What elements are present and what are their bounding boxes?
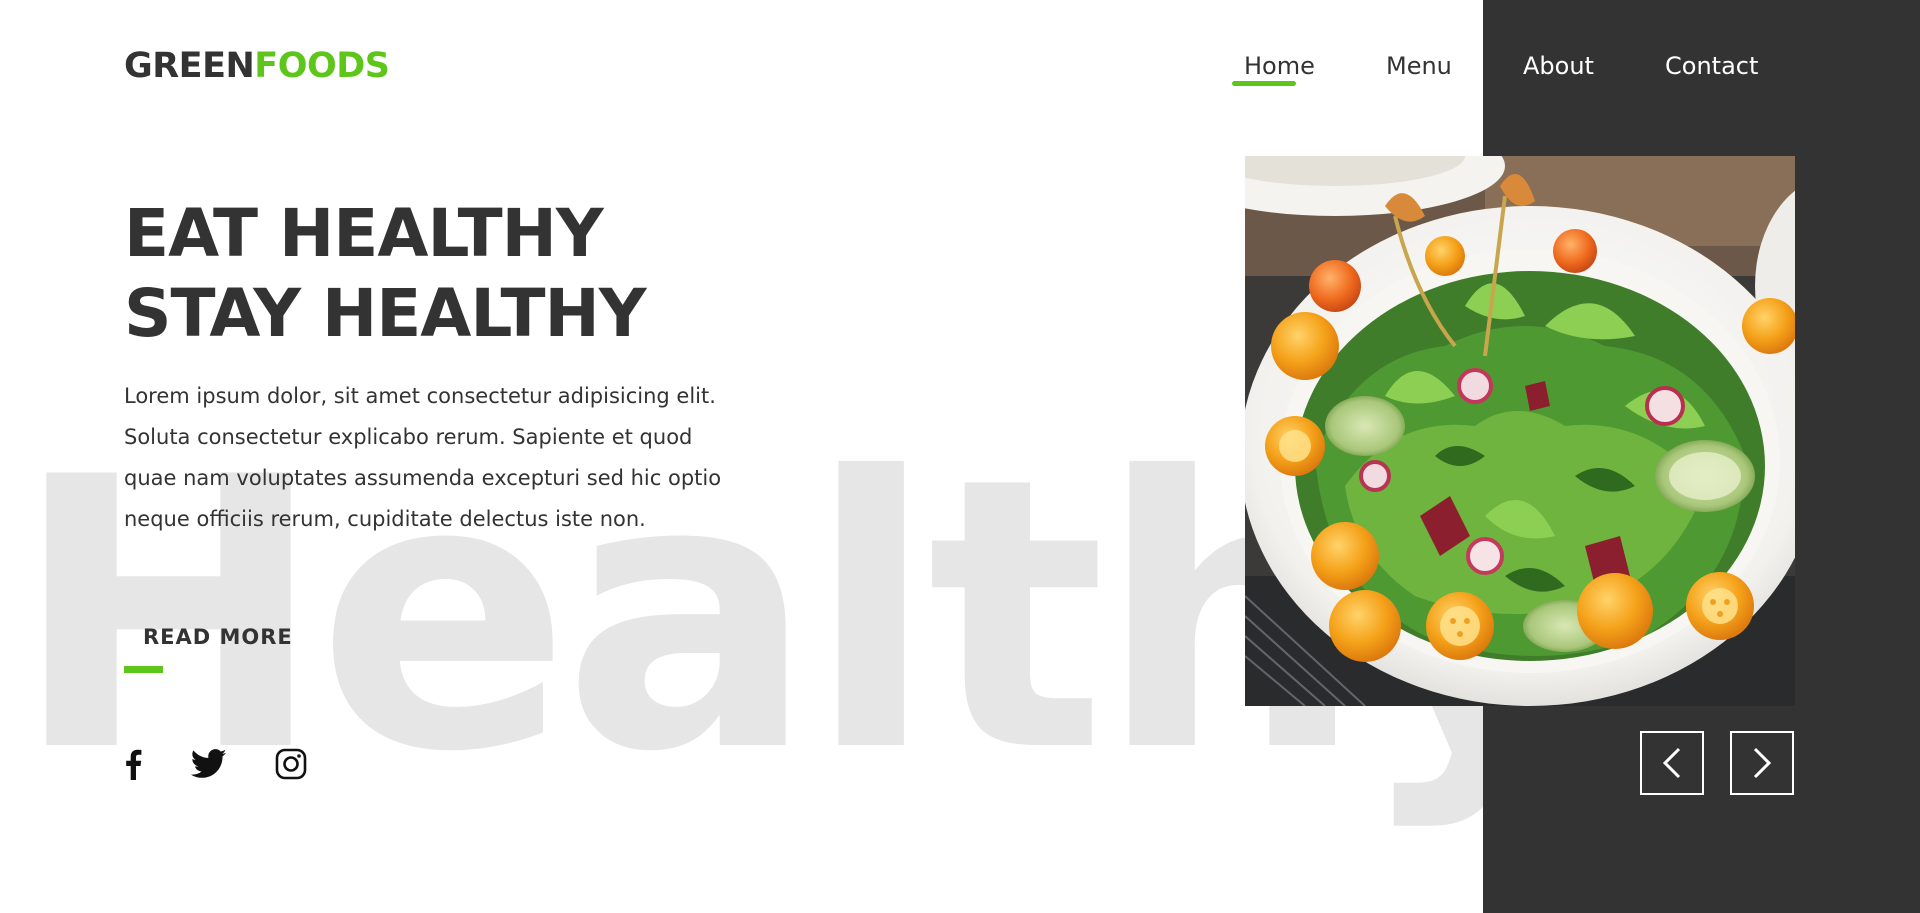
nav-item-about[interactable]: About: [1523, 50, 1594, 82]
brand-logo-green-text: FOODS: [254, 46, 390, 86]
landing-page: Healthy GREENFOODS Home Menu About Conta…: [0, 0, 1920, 913]
instagram-icon[interactable]: [275, 746, 307, 782]
nav-active-indicator: [1232, 81, 1296, 86]
nav-item-menu[interactable]: Menu: [1386, 50, 1452, 82]
read-more-button[interactable]: READ MORE: [124, 622, 304, 674]
salad-bowl-photo: [1245, 156, 1795, 706]
brand-logo[interactable]: GREENFOODS: [124, 44, 390, 88]
hero-headline: EAT HEALTHY STAY HEALTHY: [124, 194, 824, 354]
hero-description: Lorem ipsum dolor, sit amet consectetur …: [124, 384, 722, 531]
twitter-icon[interactable]: [191, 746, 227, 782]
read-more-label: READ MORE: [143, 625, 293, 649]
brand-logo-dark-text: GREEN: [124, 46, 255, 86]
nav-item-home[interactable]: Home: [1244, 50, 1315, 82]
facebook-icon[interactable]: [124, 746, 142, 782]
slider-prev-button[interactable]: [1640, 731, 1704, 795]
nav-item-contact[interactable]: Contact: [1665, 50, 1758, 82]
read-more-underline: [124, 666, 163, 673]
hero-headline-line-2: STAY HEALTHY: [124, 275, 647, 352]
chevron-left-icon: [1662, 747, 1681, 779]
hero-headline-line-1: EAT HEALTHY: [124, 195, 604, 272]
slider-next-button[interactable]: [1730, 731, 1794, 795]
chevron-right-icon: [1753, 747, 1772, 779]
